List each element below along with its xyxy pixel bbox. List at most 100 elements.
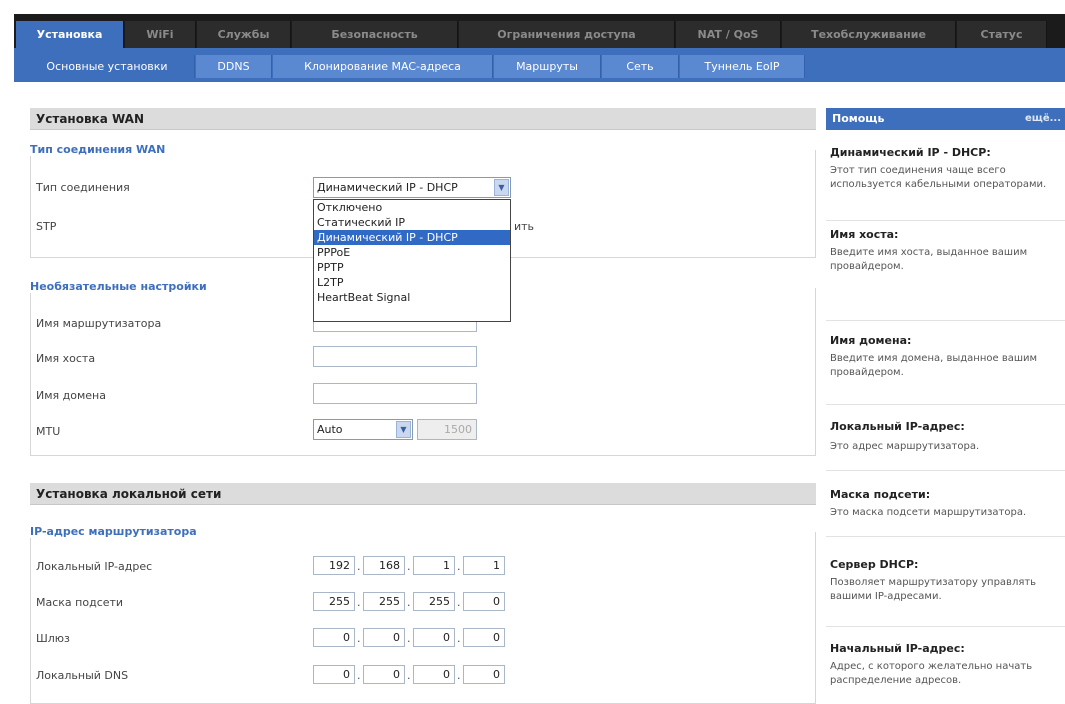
- help-item-text: Адрес, с которого желательно начать расп…: [830, 661, 1033, 686]
- router-name-label: Имя маршрутизатора: [36, 317, 162, 330]
- local-ip-label: Локальный IP-адрес: [36, 560, 153, 573]
- tab-access-restrictions[interactable]: Ограничения доступа: [459, 21, 675, 48]
- help-item-title: Начальный IP-адрес:: [830, 642, 965, 655]
- ip-dot: .: [357, 632, 361, 645]
- help-item-title: Сервер DHCP:: [830, 558, 919, 571]
- ip-dot: .: [407, 632, 411, 645]
- tab-wifi[interactable]: WiFi: [125, 21, 196, 48]
- help-divider: [826, 470, 1065, 471]
- chevron-down-icon[interactable]: ▼: [396, 421, 411, 438]
- local-dns-label: Локальный DNS: [36, 669, 129, 682]
- help-item-text: Позволяет маршрутизатору управлять вашим…: [830, 577, 1037, 602]
- tab-status[interactable]: Статус: [957, 21, 1047, 48]
- connection-type-dropdown-list[interactable]: Отключено Статический IP Динамический IP…: [313, 199, 511, 322]
- connection-type-label: Тип соединения: [36, 181, 130, 194]
- help-divider: [826, 220, 1065, 221]
- help-item-title: Имя хоста:: [830, 228, 899, 241]
- ip-dot: .: [357, 560, 361, 573]
- help-item-text: Введите имя домена, выданное вашим прова…: [830, 353, 1038, 378]
- gateway-label: Шлюз: [36, 632, 70, 645]
- mtu-number-input[interactable]: 1500: [417, 419, 477, 440]
- sub-navigation: Основные установки DDNS Клонирование MAC…: [14, 48, 1065, 82]
- dropdown-option[interactable]: Отключено: [314, 200, 510, 215]
- tab-security[interactable]: Безопасность: [292, 21, 458, 48]
- help-header-title: Помощь: [832, 112, 885, 125]
- dropdown-option[interactable]: PPTP: [314, 260, 510, 275]
- help-divider: [826, 320, 1065, 321]
- dropdown-option-selected[interactable]: Динамический IP - DHCP: [314, 230, 510, 245]
- hostname-input[interactable]: [313, 346, 477, 367]
- local-ip-octet-2[interactable]: 168: [363, 556, 405, 575]
- tab-setup[interactable]: Установка: [16, 21, 124, 48]
- subtab-ddns[interactable]: DDNS: [196, 55, 272, 78]
- help-item-text: Введите имя хоста, выданное вашим провай…: [830, 247, 1028, 272]
- stp-label: STP: [36, 220, 57, 233]
- mtu-label: MTU: [36, 425, 61, 438]
- help-item-title: Имя домена:: [830, 334, 912, 347]
- hostname-label: Имя хоста: [36, 352, 96, 365]
- local-dns-octet-2[interactable]: 0: [363, 665, 405, 684]
- subtab-mac-clone[interactable]: Клонирование MAC-адреса: [273, 55, 493, 78]
- mtu-value: Auto: [317, 423, 343, 436]
- ip-dot: .: [407, 669, 411, 682]
- chevron-down-icon[interactable]: ▼: [494, 179, 509, 196]
- help-panel: Помощь ещё... Динамический IP - DHCP: Эт…: [826, 108, 1065, 704]
- subtab-basic-setup[interactable]: Основные установки: [20, 55, 195, 78]
- local-dns-octet-1[interactable]: 0: [313, 665, 355, 684]
- subtab-network[interactable]: Сеть: [602, 55, 679, 78]
- help-item-text: Это адрес маршрутизатора.: [830, 441, 980, 452]
- local-ip-octet-4[interactable]: 1: [463, 556, 505, 575]
- ip-dot: .: [457, 632, 461, 645]
- mtu-select[interactable]: Auto ▼: [313, 419, 413, 440]
- subnet-mask-octet-4[interactable]: 0: [463, 592, 505, 611]
- local-dns-octet-4[interactable]: 0: [463, 665, 505, 684]
- connection-type-value: Динамический IP - DHCP: [317, 181, 458, 194]
- help-item-title: Динамический IP - DHCP:: [830, 146, 991, 159]
- ip-dot: .: [457, 669, 461, 682]
- subnet-mask-octet-3[interactable]: 255: [413, 592, 455, 611]
- gateway-octet-1[interactable]: 0: [313, 628, 355, 647]
- domain-label: Имя домена: [36, 389, 106, 402]
- help-more-link[interactable]: ещё...: [1025, 108, 1061, 130]
- help-divider: [826, 536, 1065, 537]
- gateway-octet-2[interactable]: 0: [363, 628, 405, 647]
- stp-option-label: ить: [514, 220, 535, 233]
- dropdown-option[interactable]: Статический IP: [314, 215, 510, 230]
- lan-section-title: Установка локальной сети: [30, 483, 816, 505]
- local-ip-octet-1[interactable]: 192: [313, 556, 355, 575]
- local-ip-octet-3[interactable]: 1: [413, 556, 455, 575]
- help-divider: [826, 626, 1065, 627]
- gateway-octet-4[interactable]: 0: [463, 628, 505, 647]
- domain-input[interactable]: [313, 383, 477, 404]
- help-divider: [826, 404, 1065, 405]
- help-item-text: Это маска подсети маршрутизатора.: [830, 507, 1027, 518]
- ip-dot: .: [357, 596, 361, 609]
- optional-legend: Необязательные настройки: [30, 280, 211, 293]
- ip-dot: .: [357, 669, 361, 682]
- subnet-mask-octet-1[interactable]: 255: [313, 592, 355, 611]
- top-navigation: Установка WiFi Службы Безопасность Огран…: [14, 14, 1065, 48]
- dropdown-option[interactable]: L2TP: [314, 275, 510, 290]
- subtab-routes[interactable]: Маршруты: [494, 55, 601, 78]
- ip-dot: .: [457, 596, 461, 609]
- dropdown-option[interactable]: PPPoE: [314, 245, 510, 260]
- tab-nat-qos[interactable]: NAT / QoS: [676, 21, 781, 48]
- connection-type-select[interactable]: Динамический IP - DHCP ▼: [313, 177, 511, 198]
- subnet-mask-octet-2[interactable]: 255: [363, 592, 405, 611]
- wan-section-title: Установка WAN: [30, 108, 816, 130]
- ip-dot: .: [407, 596, 411, 609]
- subnet-mask-label: Маска подсети: [36, 596, 124, 609]
- gateway-octet-3[interactable]: 0: [413, 628, 455, 647]
- tab-services[interactable]: Службы: [197, 21, 291, 48]
- dropdown-option[interactable]: HeartBeat Signal: [314, 290, 510, 305]
- tab-administration[interactable]: Техобслуживание: [782, 21, 956, 48]
- help-item-text: Этот тип соединения чаще всего используе…: [830, 165, 1047, 190]
- subtab-eoip-tunnel[interactable]: Туннель EoIP: [680, 55, 805, 78]
- wan-legend: Тип соединения WAN: [30, 143, 170, 156]
- help-item-title: Локальный IP-адрес:: [830, 420, 965, 433]
- ip-dot: .: [457, 560, 461, 573]
- lan-legend: IP-адрес маршрутизатора: [30, 525, 201, 538]
- help-header: Помощь ещё...: [826, 108, 1065, 130]
- ip-dot: .: [407, 560, 411, 573]
- local-dns-octet-3[interactable]: 0: [413, 665, 455, 684]
